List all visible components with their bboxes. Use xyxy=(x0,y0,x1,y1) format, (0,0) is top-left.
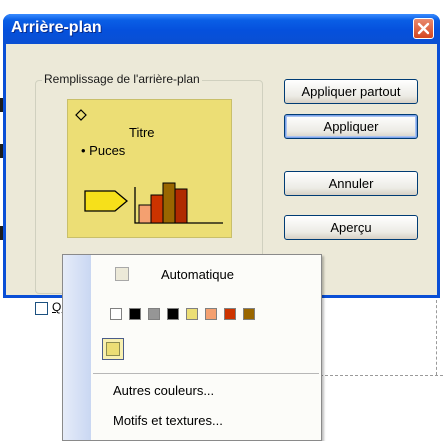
scheme-color-swatch[interactable] xyxy=(167,308,179,320)
menu-separator xyxy=(93,373,319,374)
scheme-color-swatch[interactable] xyxy=(205,308,217,320)
scheme-color-swatch[interactable] xyxy=(243,308,255,320)
group-label: Remplissage de l'arrière-plan xyxy=(42,72,202,86)
scheme-color-swatch[interactable] xyxy=(110,308,122,320)
dialog-title: Arrière-plan xyxy=(11,19,102,36)
preview-shapes xyxy=(84,182,223,224)
slide-placeholder-border xyxy=(320,375,443,376)
popup-gutter xyxy=(63,255,91,440)
preview-bullet-text: • Puces xyxy=(81,143,126,158)
preview-button[interactable]: Aperçu xyxy=(284,215,418,240)
close-button[interactable] xyxy=(413,18,434,39)
diamond-icon xyxy=(75,109,87,121)
slide-placeholder-border xyxy=(436,300,437,375)
close-icon xyxy=(417,22,430,35)
scheme-color-swatch[interactable] xyxy=(129,308,141,320)
color-picker-popup: Automatique Autres couleurs... Motifs et… xyxy=(62,254,322,441)
dialog-titlebar[interactable]: Arrière-plan xyxy=(3,14,440,44)
more-colors-option[interactable]: Autres couleurs... xyxy=(113,383,214,398)
automatic-color-swatch[interactable] xyxy=(115,267,129,281)
omit-graphics-checkbox[interactable] xyxy=(35,302,48,315)
cancel-button[interactable]: Annuler xyxy=(284,171,418,196)
fill-effects-option[interactable]: Motifs et textures... xyxy=(113,413,223,428)
scheme-color-swatch[interactable] xyxy=(186,308,198,320)
omit-graphics-label: Q xyxy=(52,300,62,314)
automatic-option[interactable]: Automatique xyxy=(161,267,234,282)
background-preview: Titre • Puces xyxy=(66,98,233,239)
recent-color-swatch[interactable] xyxy=(102,338,124,360)
scheme-color-swatch[interactable] xyxy=(148,308,160,320)
apply-button[interactable]: Appliquer xyxy=(284,114,418,139)
scheme-color-swatch[interactable] xyxy=(224,308,236,320)
apply-all-button[interactable]: Appliquer partout xyxy=(284,79,418,104)
preview-title-text: Titre xyxy=(129,125,155,140)
